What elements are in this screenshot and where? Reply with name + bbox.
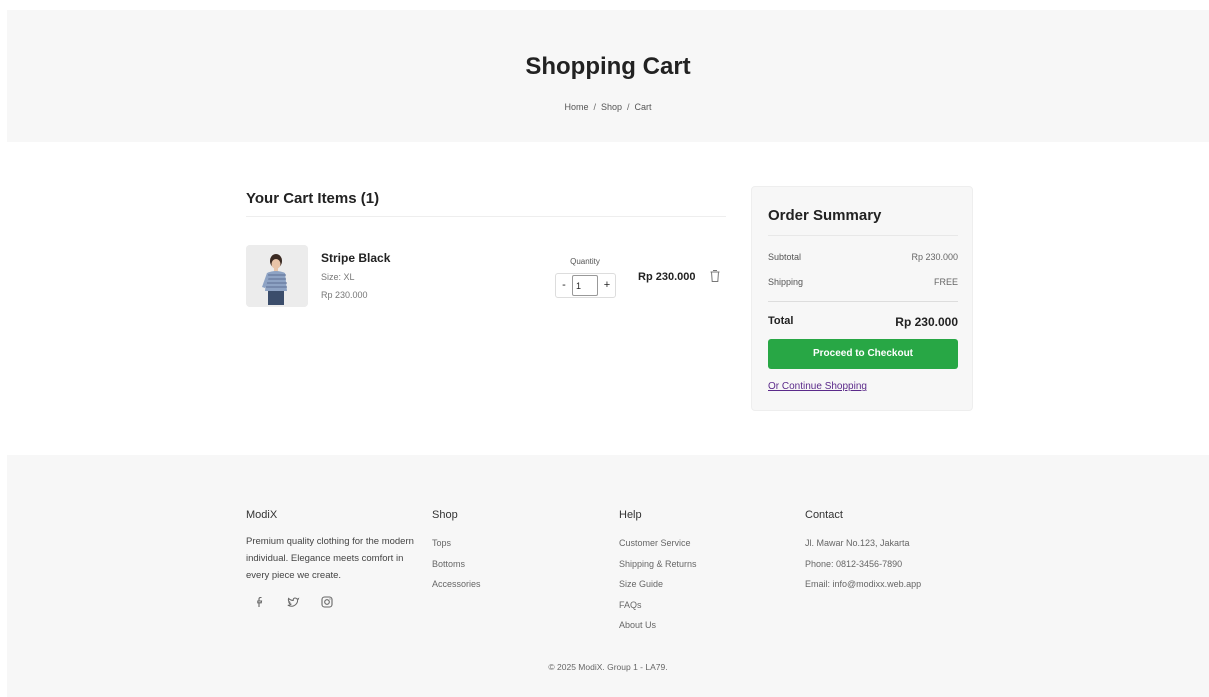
footer-help-column: Help Customer Service Shipping & Returns… xyxy=(619,509,697,636)
footer-link-customer-service[interactable]: Customer Service xyxy=(619,533,697,554)
product-unit-price: Rp 230.000 xyxy=(321,290,368,300)
breadcrumb-home[interactable]: Home xyxy=(564,102,588,112)
twitter-icon[interactable] xyxy=(286,595,300,609)
breadcrumb: Home / Shop / Cart xyxy=(7,102,1209,112)
item-total-price: Rp 230.000 xyxy=(638,271,696,283)
trash-icon xyxy=(710,270,720,282)
footer-contact-column: Contact Jl. Mawar No.123, Jakarta Phone:… xyxy=(805,509,921,595)
breadcrumb-separator: / xyxy=(627,102,630,112)
footer-link-size-guide[interactable]: Size Guide xyxy=(619,574,697,595)
divider xyxy=(768,235,958,236)
footer-link-shipping-returns[interactable]: Shipping & Returns xyxy=(619,554,697,575)
proceed-to-checkout-button[interactable]: Proceed to Checkout xyxy=(768,339,958,369)
instagram-icon[interactable] xyxy=(320,595,334,609)
social-links xyxy=(246,593,416,609)
continue-shopping-link[interactable]: Or Continue Shopping xyxy=(768,381,867,392)
breadcrumb-separator: / xyxy=(593,102,596,112)
divider xyxy=(246,216,726,217)
copyright: © 2025 ModiX. Group 1 - LA79. xyxy=(548,662,668,672)
product-photo xyxy=(246,245,308,307)
decrease-quantity-button[interactable]: - xyxy=(556,274,572,297)
product-size: Size: XL xyxy=(321,272,355,282)
subtotal-value: Rp 230.000 xyxy=(911,252,958,262)
total-label: Total xyxy=(768,315,794,327)
product-name[interactable]: Stripe Black xyxy=(321,251,390,265)
order-summary-title: Order Summary xyxy=(768,207,882,224)
footer-contact-title: Contact xyxy=(805,509,843,521)
footer-help-title: Help xyxy=(619,509,642,521)
total-row: Total Rp 230.000 xyxy=(768,315,958,329)
subtotal-row: Subtotal Rp 230.000 xyxy=(768,252,958,262)
footer-link-bottoms[interactable]: Bottoms xyxy=(432,554,481,575)
order-summary-panel: Order Summary Subtotal Rp 230.000 Shippi… xyxy=(751,186,973,411)
shipping-label: Shipping xyxy=(768,277,804,287)
footer-brand-column: ModiX Premium quality clothing for the m… xyxy=(246,509,416,609)
remove-item-button[interactable] xyxy=(709,269,721,283)
divider xyxy=(768,301,958,302)
footer-shop-column: Shop Tops Bottoms Accessories xyxy=(432,509,481,595)
footer-brand-title: ModiX xyxy=(246,509,278,521)
breadcrumb-current: Cart xyxy=(634,102,652,112)
subtotal-label: Subtotal xyxy=(768,252,802,262)
footer-shop-title: Shop xyxy=(432,509,458,521)
quantity-input[interactable] xyxy=(572,275,598,296)
footer-contact-phone: Phone: 0812-3456-7890 xyxy=(805,558,903,569)
cart-items-heading: Your Cart Items (1) xyxy=(246,190,380,207)
increase-quantity-button[interactable]: + xyxy=(599,274,615,297)
footer-brand-description: Premium quality clothing for the modern … xyxy=(246,536,414,581)
footer: ModiX Premium quality clothing for the m… xyxy=(7,455,1209,697)
footer-link-faqs[interactable]: FAQs xyxy=(619,595,697,616)
footer-contact-email: Email: info@modixx.web.app xyxy=(805,579,922,589)
total-value: Rp 230.000 xyxy=(895,315,958,329)
product-image[interactable] xyxy=(246,245,308,307)
page-header: Shopping Cart Home / Shop / Cart xyxy=(7,10,1209,142)
facebook-icon[interactable] xyxy=(253,595,267,609)
shipping-value: FREE xyxy=(933,277,958,287)
footer-link-tops[interactable]: Tops xyxy=(432,533,481,554)
quantity-label: Quantity xyxy=(570,257,600,266)
shipping-row: Shipping FREE xyxy=(768,277,958,287)
footer-link-about-us[interactable]: About Us xyxy=(619,615,697,636)
footer-link-accessories[interactable]: Accessories xyxy=(432,574,481,595)
page-title: Shopping Cart xyxy=(525,53,691,80)
footer-contact-address: Jl. Mawar No.123, Jakarta xyxy=(805,538,910,548)
breadcrumb-shop[interactable]: Shop xyxy=(601,102,622,112)
quantity-stepper: - + xyxy=(555,273,616,298)
